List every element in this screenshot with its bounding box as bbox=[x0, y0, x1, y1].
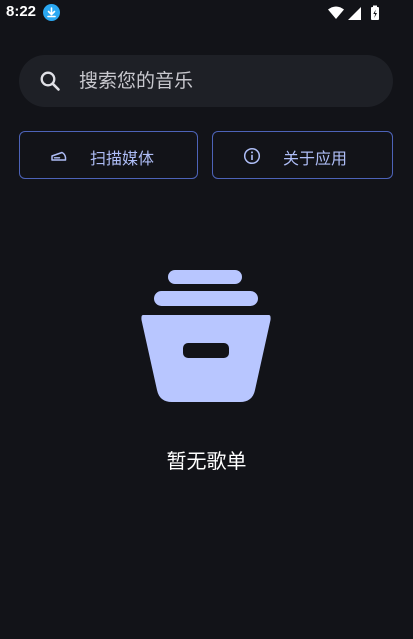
about-app-button[interactable]: 关于应用 bbox=[212, 131, 393, 179]
about-app-label: 关于应用 bbox=[283, 149, 348, 168]
search-bar[interactable] bbox=[19, 55, 393, 107]
search-input[interactable] bbox=[79, 55, 369, 107]
search-icon bbox=[39, 70, 61, 92]
scan-media-label: 扫描媒体 bbox=[90, 149, 155, 168]
empty-state-message: 暂无歌单 bbox=[166, 449, 247, 473]
status-bar: 8:22 bbox=[0, 0, 413, 26]
signal-icon bbox=[348, 7, 361, 20]
status-time: 8:22 bbox=[6, 3, 37, 20]
download-icon bbox=[43, 4, 60, 21]
status-icons bbox=[327, 5, 385, 21]
scanner-icon bbox=[50, 147, 68, 165]
wifi-icon bbox=[328, 6, 344, 19]
battery-icon bbox=[371, 5, 379, 20]
app-screen: 8:22 搜索您的音乐 扫描媒体 关于应用 暂无歌单 bbox=[0, 0, 413, 639]
archive-box-icon bbox=[141, 270, 271, 403]
scan-media-button[interactable]: 扫描媒体 bbox=[19, 131, 198, 179]
info-icon bbox=[243, 147, 261, 165]
